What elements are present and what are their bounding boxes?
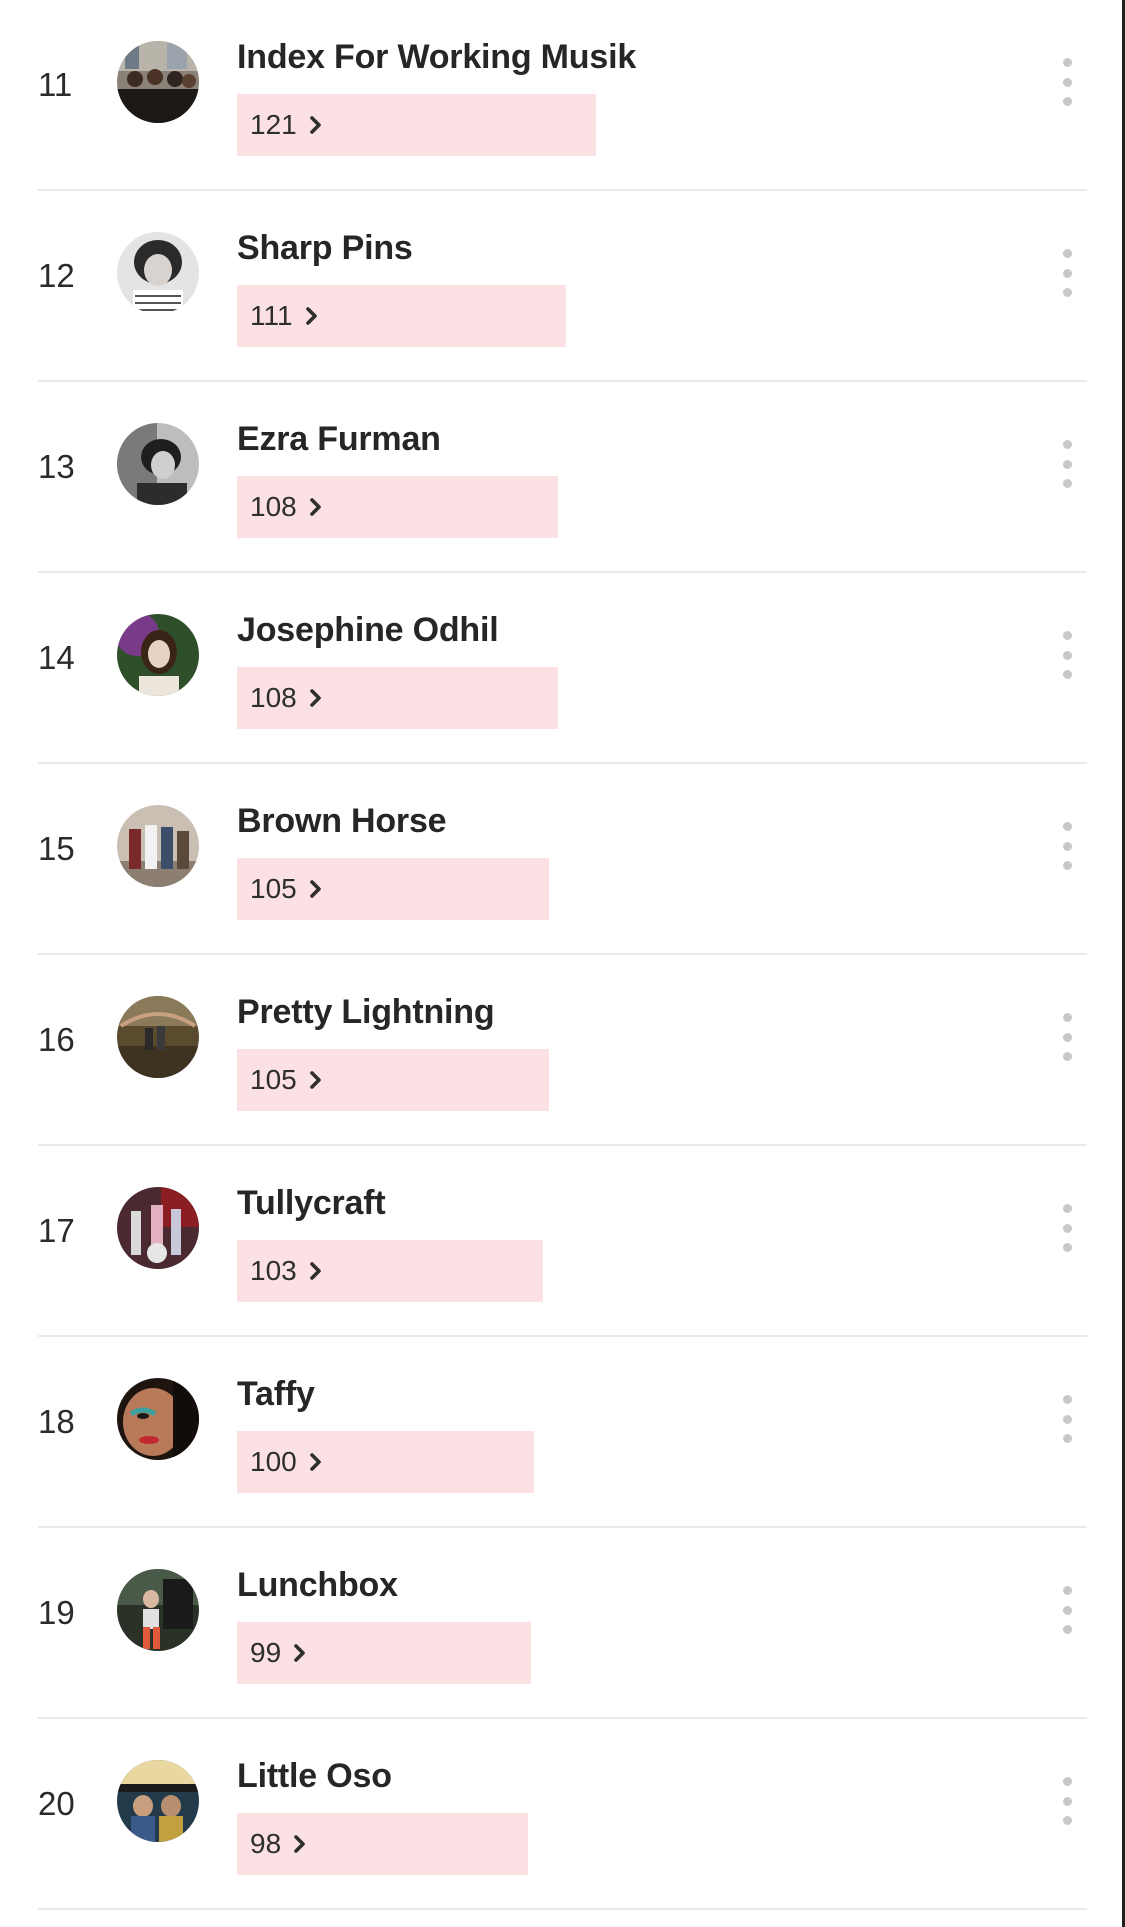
- artist-ranking-list: 11 Index For Working Musik 121 12 Sharp …: [0, 0, 1125, 1910]
- artist-name[interactable]: Taffy: [237, 1374, 315, 1414]
- artist-avatar[interactable]: [117, 1187, 199, 1269]
- play-count: 108: [250, 491, 297, 522]
- artist-name[interactable]: Little Oso: [237, 1756, 392, 1796]
- count-bar[interactable]: 103: [237, 1240, 543, 1302]
- more-vertical-icon: [1062, 249, 1072, 258]
- more-options-button[interactable]: [1052, 440, 1082, 488]
- more-vertical-icon: [1062, 822, 1072, 831]
- play-count: 99: [250, 1637, 282, 1668]
- more-vertical-icon: [1062, 631, 1072, 640]
- play-count: 108: [250, 682, 297, 713]
- artist-avatar[interactable]: [117, 614, 199, 696]
- play-count: 121: [250, 109, 297, 140]
- more-options-button[interactable]: [1052, 1013, 1082, 1061]
- artist-name[interactable]: Ezra Furman: [237, 419, 441, 459]
- artist-avatar[interactable]: [117, 41, 199, 123]
- chevron-right-icon: [305, 307, 317, 325]
- count-bar[interactable]: 100: [237, 1431, 534, 1493]
- more-options-button[interactable]: [1052, 58, 1082, 106]
- chevron-right-icon: [309, 689, 321, 707]
- count-bar[interactable]: 98: [237, 1813, 528, 1875]
- rank-number: 11: [38, 66, 73, 103]
- chevron-right-icon: [309, 116, 321, 134]
- play-count: 98: [250, 1828, 282, 1859]
- count-bar[interactable]: 108: [237, 667, 558, 729]
- count-bar[interactable]: 105: [237, 1049, 549, 1111]
- more-options-button[interactable]: [1052, 249, 1082, 297]
- rank-number: 12: [38, 257, 75, 294]
- count-bar[interactable]: 108: [237, 476, 558, 538]
- rank-number: 15: [38, 830, 75, 867]
- artist-name[interactable]: Brown Horse: [237, 801, 447, 841]
- rank-number: 18: [38, 1403, 75, 1440]
- count-bar[interactable]: 111: [237, 285, 566, 347]
- artist-name[interactable]: Sharp Pins: [237, 228, 413, 268]
- more-vertical-icon: [1062, 1013, 1072, 1022]
- play-count: 105: [250, 1064, 297, 1095]
- list-item[interactable]: 18 Taffy 100: [0, 1337, 1125, 1528]
- more-options-button[interactable]: [1052, 1586, 1082, 1634]
- more-options-button[interactable]: [1052, 1777, 1082, 1825]
- play-count: 111: [250, 300, 293, 331]
- list-item[interactable]: 14 Josephine Odhil 108: [0, 573, 1125, 764]
- more-options-button[interactable]: [1052, 1204, 1082, 1252]
- list-item[interactable]: 13 Ezra Furman 108: [0, 382, 1125, 573]
- rank-number: 20: [38, 1785, 75, 1822]
- chevron-right-icon: [309, 880, 321, 898]
- chevron-right-icon: [294, 1835, 305, 1853]
- list-item[interactable]: 15 Brown Horse 105: [0, 764, 1125, 955]
- artist-name[interactable]: Josephine Odhil: [237, 610, 499, 650]
- count-bar[interactable]: 121: [237, 94, 596, 156]
- list-item[interactable]: 11 Index For Working Musik 121: [0, 0, 1125, 191]
- list-item[interactable]: 20 Little Oso 98: [0, 1719, 1125, 1910]
- more-vertical-icon: [1062, 58, 1072, 67]
- artist-avatar[interactable]: [117, 996, 199, 1078]
- rank-number: 16: [38, 1021, 75, 1058]
- more-vertical-icon: [1062, 440, 1072, 449]
- more-vertical-icon: [1062, 1777, 1072, 1786]
- artist-avatar[interactable]: [117, 423, 199, 505]
- rank-number: 17: [38, 1212, 75, 1249]
- count-bar[interactable]: 99: [237, 1622, 531, 1684]
- more-options-button[interactable]: [1052, 822, 1082, 870]
- chevron-right-icon: [309, 1262, 321, 1280]
- list-item[interactable]: 19 Lunchbox 99: [0, 1528, 1125, 1719]
- play-count: 105: [250, 873, 297, 904]
- artist-avatar[interactable]: [117, 1378, 199, 1460]
- list-item[interactable]: 16 Pretty Lightning 105: [0, 955, 1125, 1146]
- artist-avatar[interactable]: [117, 1569, 199, 1651]
- chevron-right-icon: [309, 1071, 321, 1089]
- more-options-button[interactable]: [1052, 1395, 1082, 1443]
- more-options-button[interactable]: [1052, 631, 1082, 679]
- chevron-right-icon: [309, 1453, 321, 1471]
- more-vertical-icon: [1062, 1395, 1072, 1404]
- rank-number: 14: [38, 639, 75, 676]
- artist-name[interactable]: Lunchbox: [237, 1565, 398, 1605]
- chevron-right-icon: [294, 1644, 305, 1662]
- play-count: 103: [250, 1255, 297, 1286]
- more-vertical-icon: [1062, 1204, 1072, 1213]
- chevron-right-icon: [309, 498, 321, 516]
- artist-avatar[interactable]: [117, 232, 199, 314]
- artist-name[interactable]: Pretty Lightning: [237, 992, 495, 1032]
- artist-avatar[interactable]: [117, 1760, 199, 1842]
- list-item[interactable]: 12 Sharp Pins 111: [0, 191, 1125, 382]
- rank-number: 19: [38, 1594, 75, 1631]
- list-item[interactable]: 17 Tullycraft 103: [0, 1146, 1125, 1337]
- play-count: 100: [250, 1446, 297, 1477]
- artist-avatar[interactable]: [117, 805, 199, 887]
- artist-name[interactable]: Tullycraft: [237, 1183, 386, 1223]
- rank-number: 13: [38, 448, 75, 485]
- count-bar[interactable]: 105: [237, 858, 549, 920]
- more-vertical-icon: [1062, 1586, 1072, 1595]
- artist-name[interactable]: Index For Working Musik: [237, 37, 636, 77]
